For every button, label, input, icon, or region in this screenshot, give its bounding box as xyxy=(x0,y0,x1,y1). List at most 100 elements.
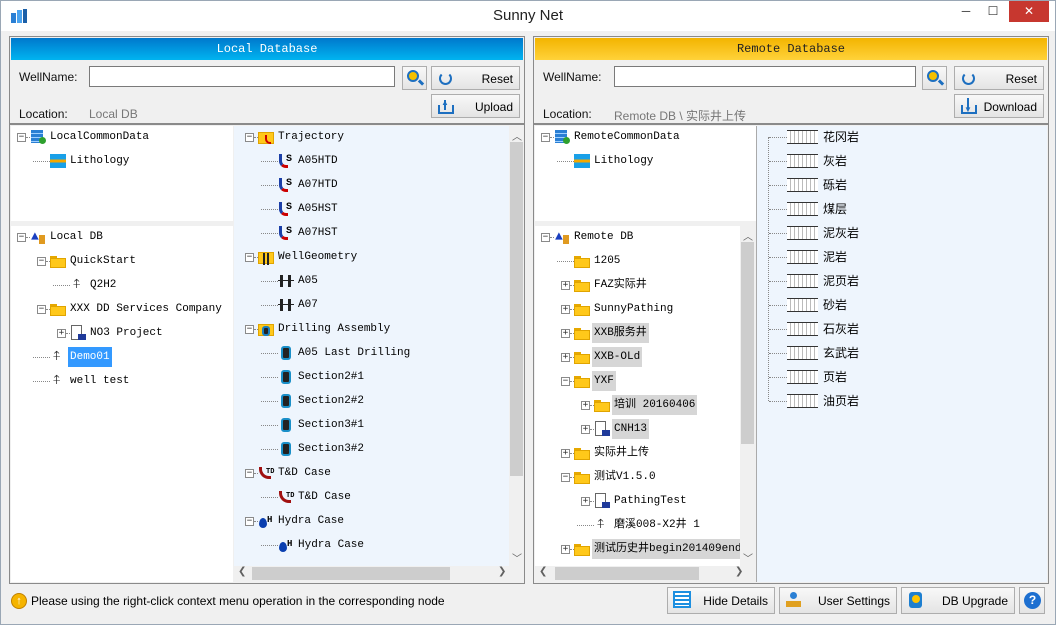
lithology-item[interactable]: 油页岩 xyxy=(769,391,969,411)
expand-toggle[interactable]: + xyxy=(57,329,66,338)
db-upgrade-button[interactable]: DB Upgrade xyxy=(901,587,1015,614)
tree-node[interactable]: ⍏ 磨溪008-X2井 1 xyxy=(535,515,740,535)
tree-node[interactable]: + 实际井上传 xyxy=(535,443,740,463)
expand-toggle[interactable]: + xyxy=(581,425,590,434)
tree-node[interactable]: − RemoteCommonData xyxy=(535,127,756,147)
upload-button[interactable]: ▲ Upload xyxy=(431,94,520,118)
lithology-item[interactable]: 泥页岩 xyxy=(769,271,969,291)
tree-node[interactable]: − Drilling Assembly xyxy=(234,319,510,339)
expand-toggle[interactable]: + xyxy=(561,449,570,458)
local-common-data-tree[interactable]: − LocalCommonData Lithology xyxy=(11,126,233,221)
tree-node[interactable]: − H Hydra Case xyxy=(234,511,510,531)
tree-node[interactable]: + CNH13 xyxy=(535,419,740,439)
tree-node[interactable]: − ▲ Remote DB xyxy=(535,227,740,247)
close-button[interactable]: ✕ xyxy=(1009,1,1049,22)
lithology-item[interactable]: 泥灰岩 xyxy=(769,223,969,243)
lithology-list[interactable]: 花冈岩灰岩砾岩煤层泥灰岩泥岩泥页岩砂岩石灰岩玄武岩页岩油页岩 xyxy=(756,126,1047,582)
local-db-tree[interactable]: − ▲ Local DB − QuickStart ⍏ Q2H2 − XXX DD Servic… xyxy=(11,226,233,582)
tree-node[interactable]: Section2#1 xyxy=(234,367,510,387)
lithology-item[interactable]: 玄武岩 xyxy=(769,343,969,363)
tree-node[interactable]: + XXB-OLd xyxy=(535,347,740,367)
remote-search-button[interactable] xyxy=(922,66,947,90)
lithology-item[interactable]: 泥岩 xyxy=(769,247,969,267)
tree-node[interactable]: A05 xyxy=(234,271,510,291)
tree-node[interactable]: S A05HTD xyxy=(234,151,510,171)
lithology-item[interactable]: 砂岩 xyxy=(769,295,969,315)
tree-node[interactable]: H Hydra Case xyxy=(234,535,510,555)
tree-node[interactable]: − 测试V1.5.0 xyxy=(535,467,740,487)
user-settings-button[interactable]: User Settings xyxy=(779,587,897,614)
tree-node[interactable]: Lithology xyxy=(535,151,756,171)
expand-toggle[interactable]: + xyxy=(581,497,590,506)
lithology-item[interactable]: 石灰岩 xyxy=(769,319,969,339)
tree-node[interactable]: Section3#2 xyxy=(234,439,510,459)
collapse-toggle[interactable]: − xyxy=(561,377,570,386)
local-wellname-input[interactable] xyxy=(89,66,395,87)
lithology-item[interactable]: 煤层 xyxy=(769,199,969,219)
detail-vertical-scrollbar[interactable]: ︿ ﹀ xyxy=(509,126,524,566)
collapse-toggle[interactable]: − xyxy=(245,325,254,334)
tree-node[interactable]: − YXF xyxy=(535,371,740,391)
tree-node[interactable]: 1205 xyxy=(535,251,740,271)
remote-horizontal-scrollbar[interactable]: ❮ ❯ xyxy=(535,566,755,581)
tree-node[interactable]: − ▲ Local DB xyxy=(11,227,233,247)
detail-horizontal-scrollbar[interactable]: ❮ ❯ xyxy=(234,566,524,581)
tree-node[interactable]: A05 Last Drilling xyxy=(234,343,510,363)
lithology-item[interactable]: 砾岩 xyxy=(769,175,969,195)
help-button[interactable]: ? xyxy=(1019,587,1045,614)
tree-node[interactable]: + NO3 Project xyxy=(11,323,233,343)
remote-reset-button[interactable]: Reset xyxy=(954,66,1044,90)
lithology-item[interactable]: 页岩 xyxy=(769,367,969,387)
tree-node[interactable]: + SunnyPathing xyxy=(535,299,740,319)
collapse-toggle[interactable]: − xyxy=(37,257,46,266)
tree-node[interactable]: S A07HTD xyxy=(234,175,510,195)
tree-node[interactable]: + 培训 20160406 xyxy=(535,395,740,415)
remote-common-data-tree[interactable]: − RemoteCommonData Lithology xyxy=(535,126,756,221)
tree-node[interactable]: ⍏ well test xyxy=(11,371,233,391)
local-reset-button[interactable]: Reset xyxy=(431,66,520,90)
tree-node[interactable]: + 测试历史井begin201409end xyxy=(535,539,740,559)
remote-wellname-input[interactable] xyxy=(614,66,916,87)
collapse-toggle[interactable]: − xyxy=(37,305,46,314)
tree-node[interactable]: + XXB服务井 xyxy=(535,323,740,343)
collapse-toggle[interactable]: − xyxy=(245,253,254,262)
expand-toggle[interactable]: + xyxy=(561,353,570,362)
collapse-toggle[interactable]: − xyxy=(17,233,26,242)
maximize-button[interactable]: ☐ xyxy=(980,1,1006,22)
expand-toggle[interactable]: + xyxy=(561,545,570,554)
tree-node[interactable]: − QuickStart xyxy=(11,251,233,271)
expand-toggle[interactable]: + xyxy=(561,305,570,314)
tree-node[interactable]: − LocalCommonData xyxy=(11,127,233,147)
tree-node[interactable]: A07 xyxy=(234,295,510,315)
expand-toggle[interactable]: + xyxy=(561,281,570,290)
tree-node[interactable]: Lithology xyxy=(11,151,233,171)
lithology-item[interactable]: 灰岩 xyxy=(769,151,969,171)
minimize-button[interactable]: ─ xyxy=(953,1,979,22)
tree-node[interactable]: − WellGeometry xyxy=(234,247,510,267)
remote-db-tree[interactable]: − ▲ Remote DB 1205 + FAZ实际井 + SunnyPathing + XXB服… xyxy=(535,226,740,566)
tree-node[interactable]: − XXX DD Services Company xyxy=(11,299,233,319)
well-detail-tree[interactable]: − Trajectory S A05HTD S A07HTD S A05HST S A07HST −… xyxy=(234,126,510,566)
tree-node[interactable]: ⍏ Demo01 xyxy=(11,347,233,367)
collapse-toggle[interactable]: − xyxy=(245,133,254,142)
tree-node[interactable]: + PathingTest xyxy=(535,491,740,511)
expand-toggle[interactable]: + xyxy=(581,401,590,410)
tree-node[interactable]: TD T&D Case xyxy=(234,487,510,507)
local-search-button[interactable] xyxy=(402,66,427,90)
lithology-item[interactable]: 花冈岩 xyxy=(769,127,969,147)
tree-node[interactable]: ⍏ Q2H2 xyxy=(11,275,233,295)
tree-node[interactable]: − Trajectory xyxy=(234,127,510,147)
expand-toggle[interactable]: + xyxy=(561,329,570,338)
collapse-toggle[interactable]: − xyxy=(541,233,550,242)
collapse-toggle[interactable]: − xyxy=(245,517,254,526)
tree-node[interactable]: + FAZ实际井 xyxy=(535,275,740,295)
collapse-toggle[interactable]: − xyxy=(561,473,570,482)
tree-node[interactable]: Section3#1 xyxy=(234,415,510,435)
tree-node[interactable]: − TD T&D Case xyxy=(234,463,510,483)
tree-node[interactable]: S A05HST xyxy=(234,199,510,219)
tree-node[interactable]: Section2#2 xyxy=(234,391,510,411)
tree-node[interactable]: S A07HST xyxy=(234,223,510,243)
download-button[interactable]: ▼ Download xyxy=(954,94,1044,118)
collapse-toggle[interactable]: − xyxy=(17,133,26,142)
hide-details-button[interactable]: Hide Details xyxy=(667,587,775,614)
